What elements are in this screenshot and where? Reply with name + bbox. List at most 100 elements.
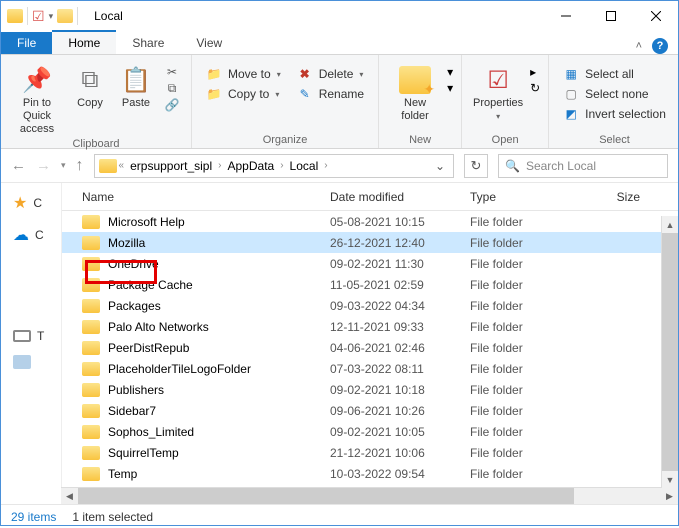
col-name[interactable]: Name: [82, 190, 330, 204]
back-button[interactable]: ←: [11, 157, 26, 174]
search-icon: 🔍: [505, 159, 520, 173]
scroll-thumb[interactable]: [662, 233, 678, 471]
tab-view[interactable]: View: [180, 30, 238, 54]
delete-button[interactable]: ✖Delete: [291, 65, 370, 83]
address-dropdown-icon[interactable]: ⌄: [431, 159, 449, 173]
folder-icon: [82, 425, 100, 439]
select-none-button[interactable]: ▢Select none: [557, 85, 672, 103]
table-row[interactable]: Packages09-03-2022 04:34File folder: [62, 295, 678, 316]
paste-button[interactable]: 📋 Paste: [115, 59, 157, 110]
open-icon[interactable]: ▸: [530, 65, 540, 79]
table-row[interactable]: Sophos_Limited09-02-2021 10:05File folde…: [62, 421, 678, 442]
file-type: File folder: [470, 467, 600, 481]
table-row[interactable]: Temp10-03-2022 09:54File folder: [62, 463, 678, 484]
minimize-button[interactable]: [543, 1, 588, 31]
navigation-pane[interactable]: ★C ☁C T: [1, 183, 61, 487]
titlebar: ☑ ▾ Local: [1, 1, 678, 31]
invert-selection-button[interactable]: ◩Invert selection: [557, 105, 672, 123]
close-button[interactable]: [633, 1, 678, 31]
quick-access-item[interactable]: ★C: [13, 193, 42, 213]
qat-overflow-icon[interactable]: ▾: [49, 11, 54, 22]
help-icon[interactable]: ?: [652, 38, 668, 54]
new-folder-button[interactable]: New folder: [387, 59, 443, 123]
file-name: Mozilla: [108, 236, 330, 250]
breadcrumb[interactable]: erpsupport_sipl: [126, 159, 216, 173]
scroll-up-icon[interactable]: ▲: [662, 216, 678, 233]
folder-icon: [82, 446, 100, 460]
scroll-right-icon[interactable]: ▶: [661, 488, 678, 504]
column-headers[interactable]: Name Date modified Type Size: [62, 183, 678, 211]
file-type: File folder: [470, 299, 600, 313]
refresh-button[interactable]: ↻: [464, 154, 488, 178]
table-row[interactable]: Package Cache11-05-2021 02:59File folder: [62, 274, 678, 295]
copy-path-icon[interactable]: ⧉: [168, 81, 177, 96]
file-date: 21-12-2021 10:06: [330, 446, 470, 460]
rename-icon: ✎: [297, 87, 313, 101]
file-type: File folder: [470, 404, 600, 418]
horizontal-scrollbar[interactable]: ◀ ▶: [61, 487, 678, 504]
file-type: File folder: [470, 425, 600, 439]
ribbon-tabs: File Home Share View ˄ ?: [1, 31, 678, 55]
onedrive-item[interactable]: ☁C: [13, 225, 44, 245]
file-date: 09-03-2022 04:34: [330, 299, 470, 313]
select-none-icon: ▢: [563, 87, 579, 101]
folder-icon: [82, 257, 100, 271]
vertical-scrollbar[interactable]: ▲ ▼: [661, 216, 678, 488]
cut-icon[interactable]: ✂: [167, 65, 177, 79]
history-icon[interactable]: ↻: [530, 81, 540, 95]
address-bar[interactable]: « erpsupport_sipl› AppData› Local› ⌄: [94, 154, 454, 178]
table-row[interactable]: OneDrive09-02-2021 11:30File folder: [62, 253, 678, 274]
table-row[interactable]: Sidebar709-06-2021 10:26File folder: [62, 400, 678, 421]
breadcrumb[interactable]: Local: [286, 159, 323, 173]
table-row[interactable]: Palo Alto Networks12-11-2021 09:33File f…: [62, 316, 678, 337]
pin-to-quick-access-button[interactable]: 📌 Pin to Quick access: [9, 59, 65, 136]
ribbon-collapse-icon[interactable]: ˄: [636, 40, 642, 52]
tab-home[interactable]: Home: [52, 30, 116, 54]
select-all-button[interactable]: ▦Select all: [557, 65, 672, 83]
tab-share[interactable]: Share: [116, 30, 180, 54]
table-row[interactable]: Microsoft Help05-08-2021 10:15File folde…: [62, 211, 678, 232]
scroll-thumb[interactable]: [78, 488, 574, 504]
file-date: 07-03-2022 08:11: [330, 362, 470, 376]
file-list: Name Date modified Type Size Microsoft H…: [61, 183, 678, 487]
invert-icon: ◩: [563, 107, 579, 121]
search-input[interactable]: 🔍 Search Local: [498, 154, 668, 178]
scroll-left-icon[interactable]: ◀: [61, 488, 78, 504]
tab-file[interactable]: File: [1, 32, 52, 54]
easy-access-icon[interactable]: ▾: [447, 81, 453, 95]
disk-icon: [13, 355, 31, 369]
col-type[interactable]: Type: [470, 190, 600, 204]
forward-button[interactable]: →: [36, 157, 51, 174]
file-date: 04-06-2021 02:46: [330, 341, 470, 355]
drive-item[interactable]: [13, 355, 31, 369]
new-item-icon[interactable]: ▾: [447, 65, 453, 79]
paste-shortcut-icon[interactable]: 🔗: [165, 98, 180, 112]
table-row[interactable]: PeerDistRepub04-06-2021 02:46File folder: [62, 337, 678, 358]
group-label: Open: [470, 132, 540, 146]
up-button[interactable]: ↑: [76, 157, 84, 175]
col-size[interactable]: Size: [600, 190, 640, 204]
file-date: 10-03-2022 09:54: [330, 467, 470, 481]
recent-dropdown[interactable]: ▾: [61, 160, 66, 171]
copy-button[interactable]: ⧉ Copy: [69, 59, 111, 110]
scroll-down-icon[interactable]: ▼: [662, 471, 678, 488]
properties-button[interactable]: ☑ Properties: [470, 59, 526, 123]
folder-icon: [99, 159, 117, 173]
folder-icon: [82, 383, 100, 397]
table-row[interactable]: Mozilla26-12-2021 12:40File folder: [62, 232, 678, 253]
breadcrumb[interactable]: AppData: [224, 159, 279, 173]
table-row[interactable]: SquirrelTemp21-12-2021 10:06File folder: [62, 442, 678, 463]
this-pc-item[interactable]: T: [13, 329, 44, 343]
rename-button[interactable]: ✎Rename: [291, 85, 370, 103]
window-controls: [543, 1, 678, 31]
maximize-button[interactable]: [588, 1, 633, 31]
table-row[interactable]: Publishers09-02-2021 10:18File folder: [62, 379, 678, 400]
move-to-button[interactable]: 📁Move to: [200, 65, 287, 83]
file-name: Sophos_Limited: [108, 425, 330, 439]
file-date: 09-02-2021 10:05: [330, 425, 470, 439]
qat-checkbox-icon[interactable]: ☑: [32, 8, 45, 25]
table-row[interactable]: PlaceholderTileLogoFolder07-03-2022 08:1…: [62, 358, 678, 379]
copy-to-button[interactable]: 📁Copy to: [200, 85, 287, 103]
col-date[interactable]: Date modified: [330, 190, 470, 204]
file-name: Microsoft Help: [108, 215, 330, 229]
